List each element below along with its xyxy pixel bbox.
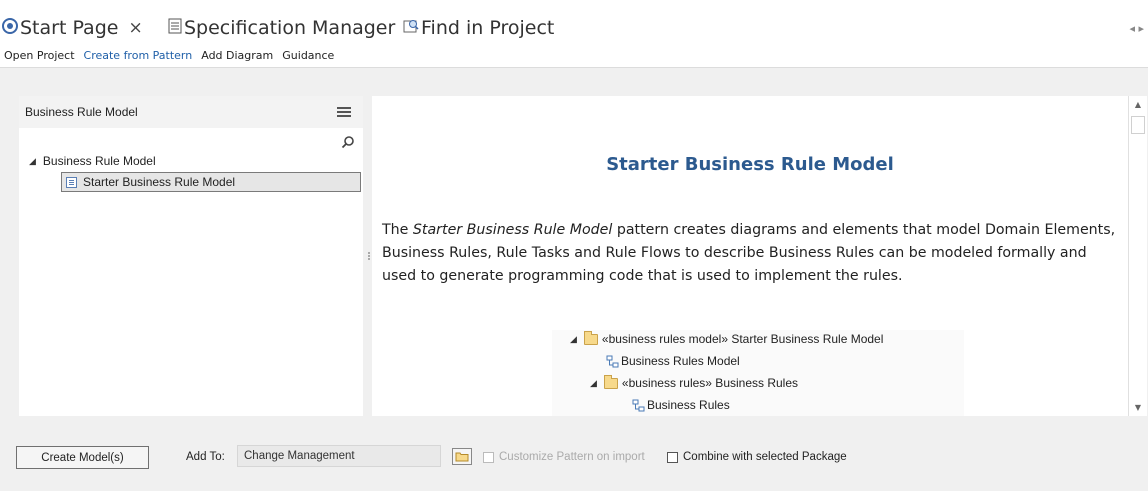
scroll-up-icon[interactable]: ▲ [1129,96,1147,113]
pattern-tree-panel: Business Rule Model ◢ Business Rule Mode… [19,96,363,416]
scroll-thumb[interactable] [1131,116,1145,134]
tab-find-in-project[interactable]: Find in Project [403,14,554,42]
add-diagram-link[interactable]: Add Diagram [201,49,273,62]
pattern-group-header[interactable]: Business Rule Model [19,96,363,128]
pattern-structure-preview: ◢ «business rules model» Starter Busines… [552,330,964,416]
scroll-down-icon[interactable]: ▼ [1129,399,1147,416]
customize-pattern-label: Customize Pattern on import [499,451,645,463]
pattern-icon [66,176,77,188]
add-to-label: Add To: [186,451,225,463]
folder-icon [583,330,598,345]
tab-start-page[interactable]: Start Page × [2,14,143,42]
start-page-toolbar: Open Project Create from Pattern Add Dia… [0,44,1148,68]
pattern-options-bar: Create Model(s) Add To: Change Managemen… [0,420,1148,491]
combine-package-checkbox[interactable] [667,452,678,463]
close-icon[interactable]: × [128,18,142,38]
find-icon [403,18,419,38]
tree-node-selected[interactable]: Starter Business Rule Model [61,172,361,192]
diagram-icon [606,355,619,367]
tab-specification-manager[interactable]: Specification Manager [168,14,395,42]
expand-triangle-icon: ◢ [570,333,577,344]
folder-icon [603,374,618,389]
tree-node-root[interactable]: ◢ Business Rule Model [29,154,156,168]
pattern-title: Starter Business Rule Model [606,154,894,175]
expand-triangle-icon: ◢ [590,377,597,388]
tab-specification-manager-label: Specification Manager [184,17,396,39]
create-from-pattern-link[interactable]: Create from Pattern [84,49,193,62]
tab-scroll-left-icon[interactable]: ◂ ▸ [1129,22,1144,35]
diagram-icon [632,399,645,411]
tab-find-in-project-label: Find in Project [421,17,555,39]
tab-start-page-label: Start Page [20,17,119,39]
menu-icon[interactable] [337,107,351,117]
browse-folder-icon[interactable] [452,448,472,465]
add-to-field[interactable]: Change Management [237,445,441,467]
pattern-description-panel: Starter Business Rule Model The Starter … [372,96,1128,416]
expand-triangle-icon[interactable]: ◢ [29,156,36,167]
preview-row: Business Rules [632,398,730,412]
guidance-link[interactable]: Guidance [282,49,334,62]
preview-row: ◢ «business rules model» Starter Busines… [570,330,884,346]
start-page-icon [2,18,18,38]
vertical-scrollbar[interactable]: ▲ ▼ [1128,96,1147,416]
preview-row: ◢ «business rules» Business Rules [590,374,799,390]
tree-node-selected-label: Starter Business Rule Model [83,175,236,189]
specification-icon [168,18,182,38]
document-tab-bar: Start Page × Specification Manager Find … [0,0,1148,44]
tree-node-root-label: Business Rule Model [42,154,156,168]
search-icon[interactable] [341,134,355,149]
preview-row: Business Rules Model [606,354,740,368]
combine-package-label: Combine with selected Package [683,451,847,463]
pattern-group-label: Business Rule Model [25,105,138,119]
open-project-link[interactable]: Open Project [4,49,75,62]
create-models-button[interactable]: Create Model(s) [16,446,149,469]
customize-pattern-checkbox[interactable] [483,452,494,463]
pattern-description: The Starter Business Rule Model pattern … [382,222,1116,284]
